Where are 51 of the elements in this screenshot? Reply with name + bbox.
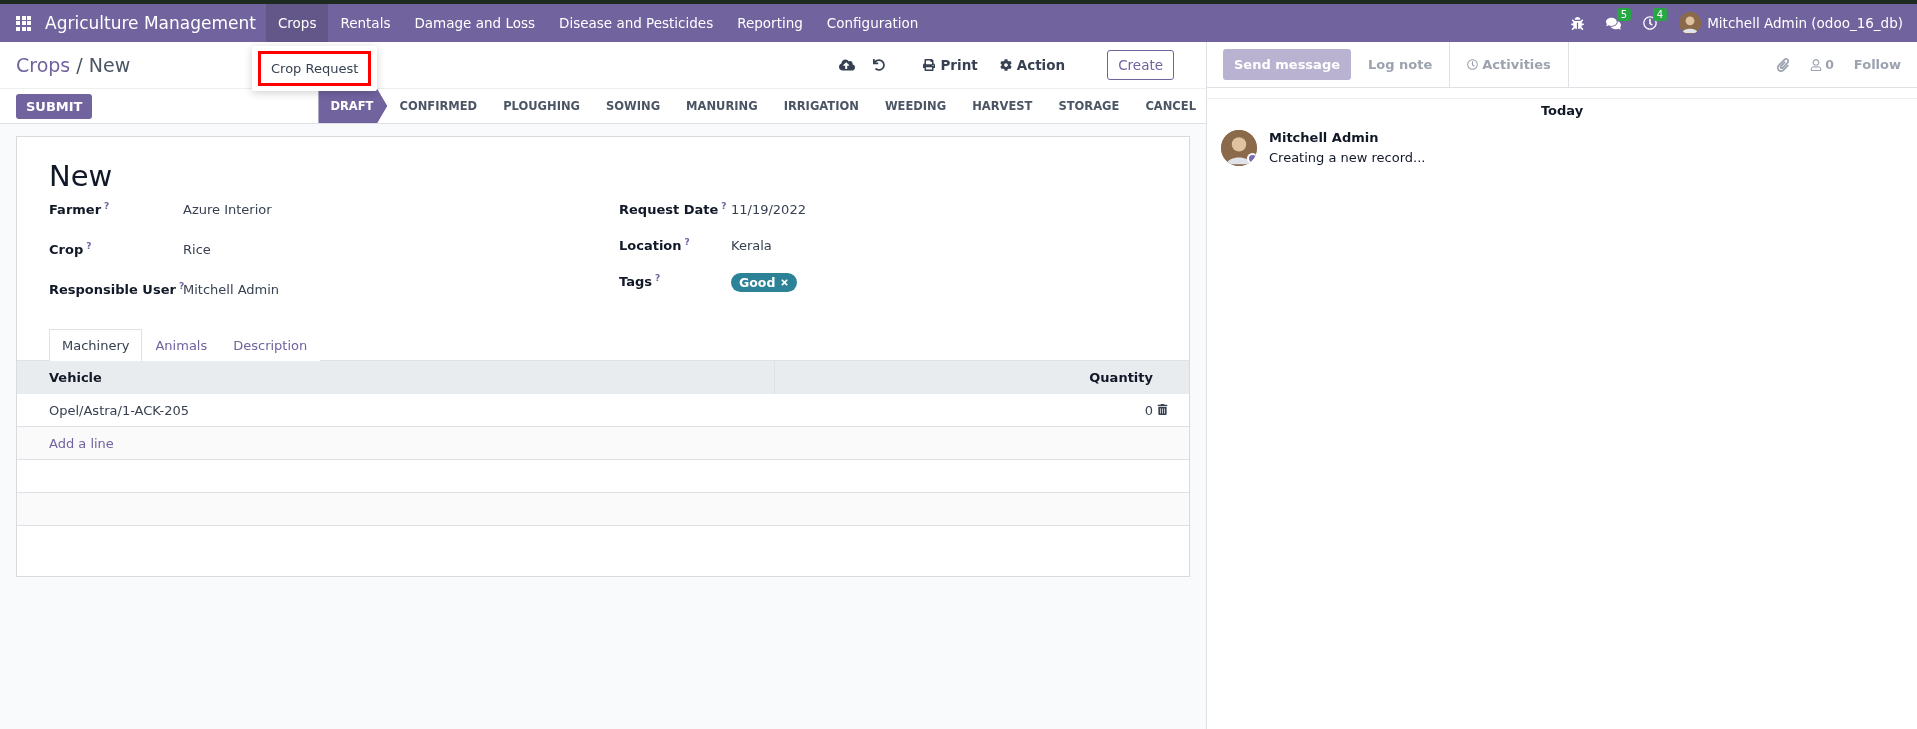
gear-icon [999,59,1012,71]
close-icon[interactable] [780,278,790,287]
dropdown-item[interactable]: Crop Request [258,51,372,86]
save-icon[interactable] [839,57,856,73]
clock-icon [1467,59,1479,70]
field-value[interactable]: Mitchell Admin [183,281,619,297]
nav-menu-item[interactable]: Rentals [328,4,403,42]
nav-menu-item[interactable]: Configuration [814,4,931,42]
field-value[interactable]: Azure Interior [183,201,619,217]
delete-icon[interactable] [1157,403,1168,415]
app-name[interactable]: Agriculture Management [45,13,256,33]
print-button[interactable]: Print [921,55,980,75]
field-label: Crop $^{?}$ [49,241,93,258]
field-label: Location $^{?}$ [619,237,691,254]
nav-menu-item[interactable]: Disease and Pesticides [547,4,726,42]
table-cell-text: 0 [1143,402,1154,418]
field-value[interactable]: Kerala [731,237,1157,253]
clock-icon[interactable] [1643,16,1658,30]
user-menu[interactable]: Mitchell Admin (odoo_16_db) [1707,15,1903,31]
chat-icon[interactable] [1606,15,1622,31]
field-label: Responsible User $^{?}$ [49,281,183,298]
breadcrumb-link[interactable]: Crops [16,54,71,76]
record-title: New [48,158,114,195]
date-separator: Today [1207,98,1917,126]
discard-icon[interactable] [873,59,886,71]
notebook-tab[interactable]: Machinery [49,329,143,361]
action-button[interactable]: Action [997,55,1068,75]
message-author[interactable]: Mitchell Admin [1269,130,1426,145]
field-label: Farmer $^{?}$ [49,201,111,218]
breadcrumb: Crops / New [16,54,131,76]
print-icon [923,59,936,71]
field-value[interactable]: 11/19/2022 [731,201,1157,217]
column-header[interactable]: Vehicle [17,361,774,394]
nav-menu-item[interactable]: Crops [265,4,329,42]
message-body: Creating a new record... [1269,150,1426,165]
activity-count-badge: 4 [1652,8,1668,21]
table-cell-text: Opel/Astra/1-ACK-205 [48,402,190,418]
nav-menu-item[interactable]: Reporting [725,4,815,42]
message-count-badge: 5 [1616,7,1632,21]
nav-menu-item[interactable]: Damage and Loss [402,4,547,42]
avatar-icon [1679,12,1702,34]
field-value[interactable]: Rice [183,241,619,257]
apps-menu-icon[interactable] [16,15,31,31]
create-button[interactable]: Create [1107,50,1174,80]
field-label: Tags $^{?}$ [619,273,662,290]
avatar-icon [1221,130,1257,166]
online-status-icon [1247,153,1257,164]
tag-chip[interactable]: Good [731,273,798,292]
submit-button[interactable]: SUBMIT [16,93,93,119]
bug-icon[interactable] [1571,16,1585,30]
field-label: Request Date $^{?}$ [619,201,728,218]
